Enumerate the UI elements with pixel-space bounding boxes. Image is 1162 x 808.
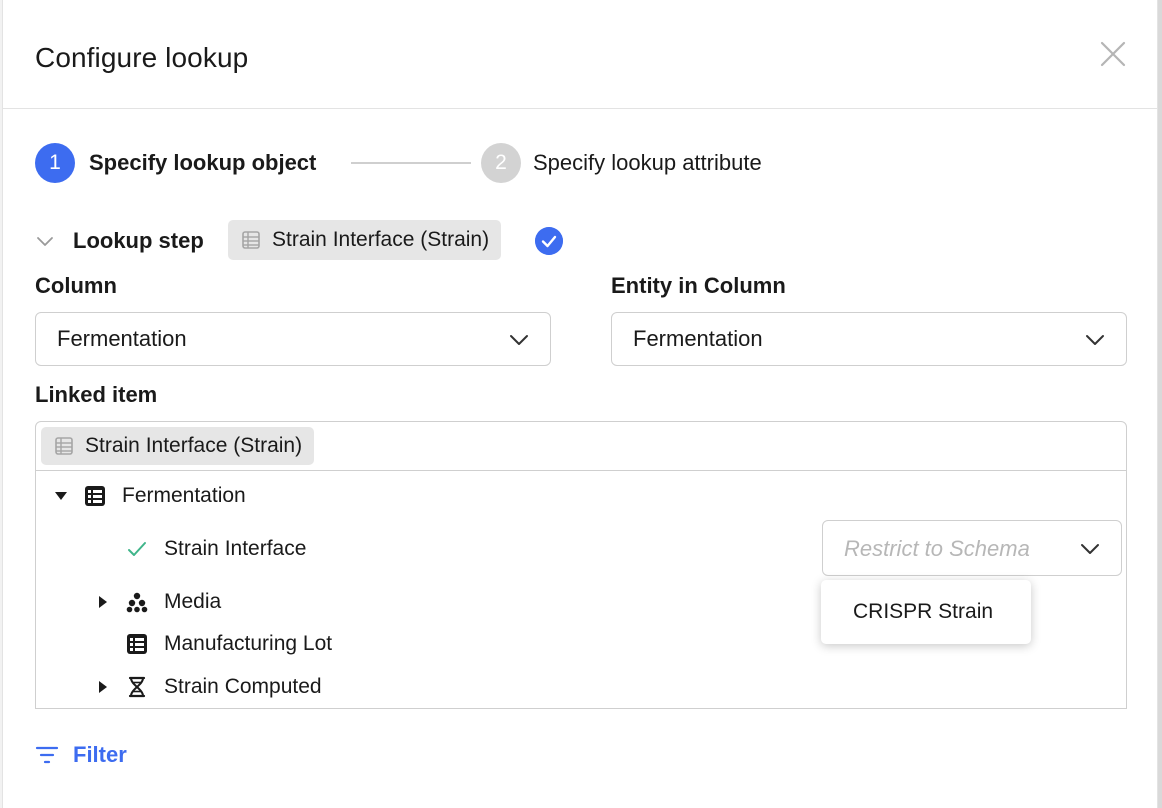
tree-node-manufacturing-lot[interactable]: Manufacturing Lot (126, 629, 332, 659)
tree-node-label: Strain Interface (164, 537, 307, 560)
close-icon[interactable] (1099, 40, 1127, 68)
step-number: 1 (35, 143, 75, 183)
caret-right-icon[interactable] (96, 680, 110, 694)
configure-lookup-dialog: Configure lookup 1 Specify lookup object… (2, 0, 1158, 808)
lookup-step-chip: Strain Interface (Strain) (228, 220, 502, 260)
dialog-header: Configure lookup (3, 0, 1157, 109)
caret-down-icon[interactable] (54, 489, 68, 503)
caret-right-icon[interactable] (96, 595, 110, 609)
tree-node-media[interactable]: Media (96, 587, 221, 617)
linked-item-field[interactable]: Strain Interface (Strain) (35, 421, 1127, 471)
stepper: 1 Specify lookup object 2 Specify lookup… (35, 143, 935, 183)
entity-select-value: Fermentation (633, 326, 763, 351)
filter-label: Filter (73, 742, 127, 767)
chip-label: Strain Interface (Strain) (85, 434, 303, 457)
chevron-down-icon (1081, 544, 1099, 554)
restrict-to-schema-select[interactable]: Restrict to Schema (822, 520, 1122, 576)
dialog-title: Configure lookup (35, 42, 249, 73)
tree-node-label: Media (164, 590, 222, 613)
dropdown-option-crispr-strain[interactable]: CRISPR Strain (853, 600, 993, 624)
restrict-schema-dropdown: CRISPR Strain (821, 580, 1031, 644)
molecule-icon (126, 592, 148, 613)
table-icon (242, 231, 260, 249)
chip-label: Strain Interface (Strain) (272, 228, 490, 251)
entity-in-column-select[interactable]: Fermentation (611, 312, 1127, 366)
filter-icon (35, 746, 59, 764)
tree-node-fermentation[interactable]: Fermentation (54, 481, 246, 511)
lookup-step-label: Lookup step (73, 228, 204, 253)
column-select[interactable]: Fermentation (35, 312, 551, 366)
chevron-down-icon (1086, 335, 1104, 345)
table-icon (85, 486, 105, 506)
step-connector (351, 162, 471, 164)
step-label: Specify lookup object (89, 150, 317, 175)
lookup-step-row: Lookup step Strain Interface (Strain) (35, 220, 635, 262)
tree-node-label: Strain Computed (164, 675, 322, 698)
step-label: Specify lookup attribute (533, 150, 762, 175)
linked-item-chip[interactable]: Strain Interface (Strain) (41, 427, 315, 465)
restrict-placeholder: Restrict to Schema (844, 536, 1030, 561)
check-icon (128, 542, 146, 556)
table-icon (127, 634, 147, 654)
step-number: 2 (481, 143, 521, 183)
tree-node-label: Manufacturing Lot (164, 632, 333, 655)
dna-icon (128, 676, 146, 698)
checkmark-badge-icon (535, 227, 563, 255)
column-label: Column (35, 273, 117, 298)
tree-node-strain-computed[interactable]: Strain Computed (96, 672, 322, 702)
table-icon (55, 437, 73, 455)
entity-in-column-label: Entity in Column (611, 273, 786, 298)
linked-item-label: Linked item (35, 382, 158, 407)
column-select-value: Fermentation (57, 326, 187, 351)
chevron-down-icon[interactable] (35, 231, 55, 251)
tree-node-strain-interface[interactable]: Strain Interface (126, 534, 306, 564)
tree-node-label: Fermentation (122, 484, 246, 507)
chevron-down-icon (510, 335, 528, 345)
filter-button[interactable]: Filter (35, 740, 127, 770)
